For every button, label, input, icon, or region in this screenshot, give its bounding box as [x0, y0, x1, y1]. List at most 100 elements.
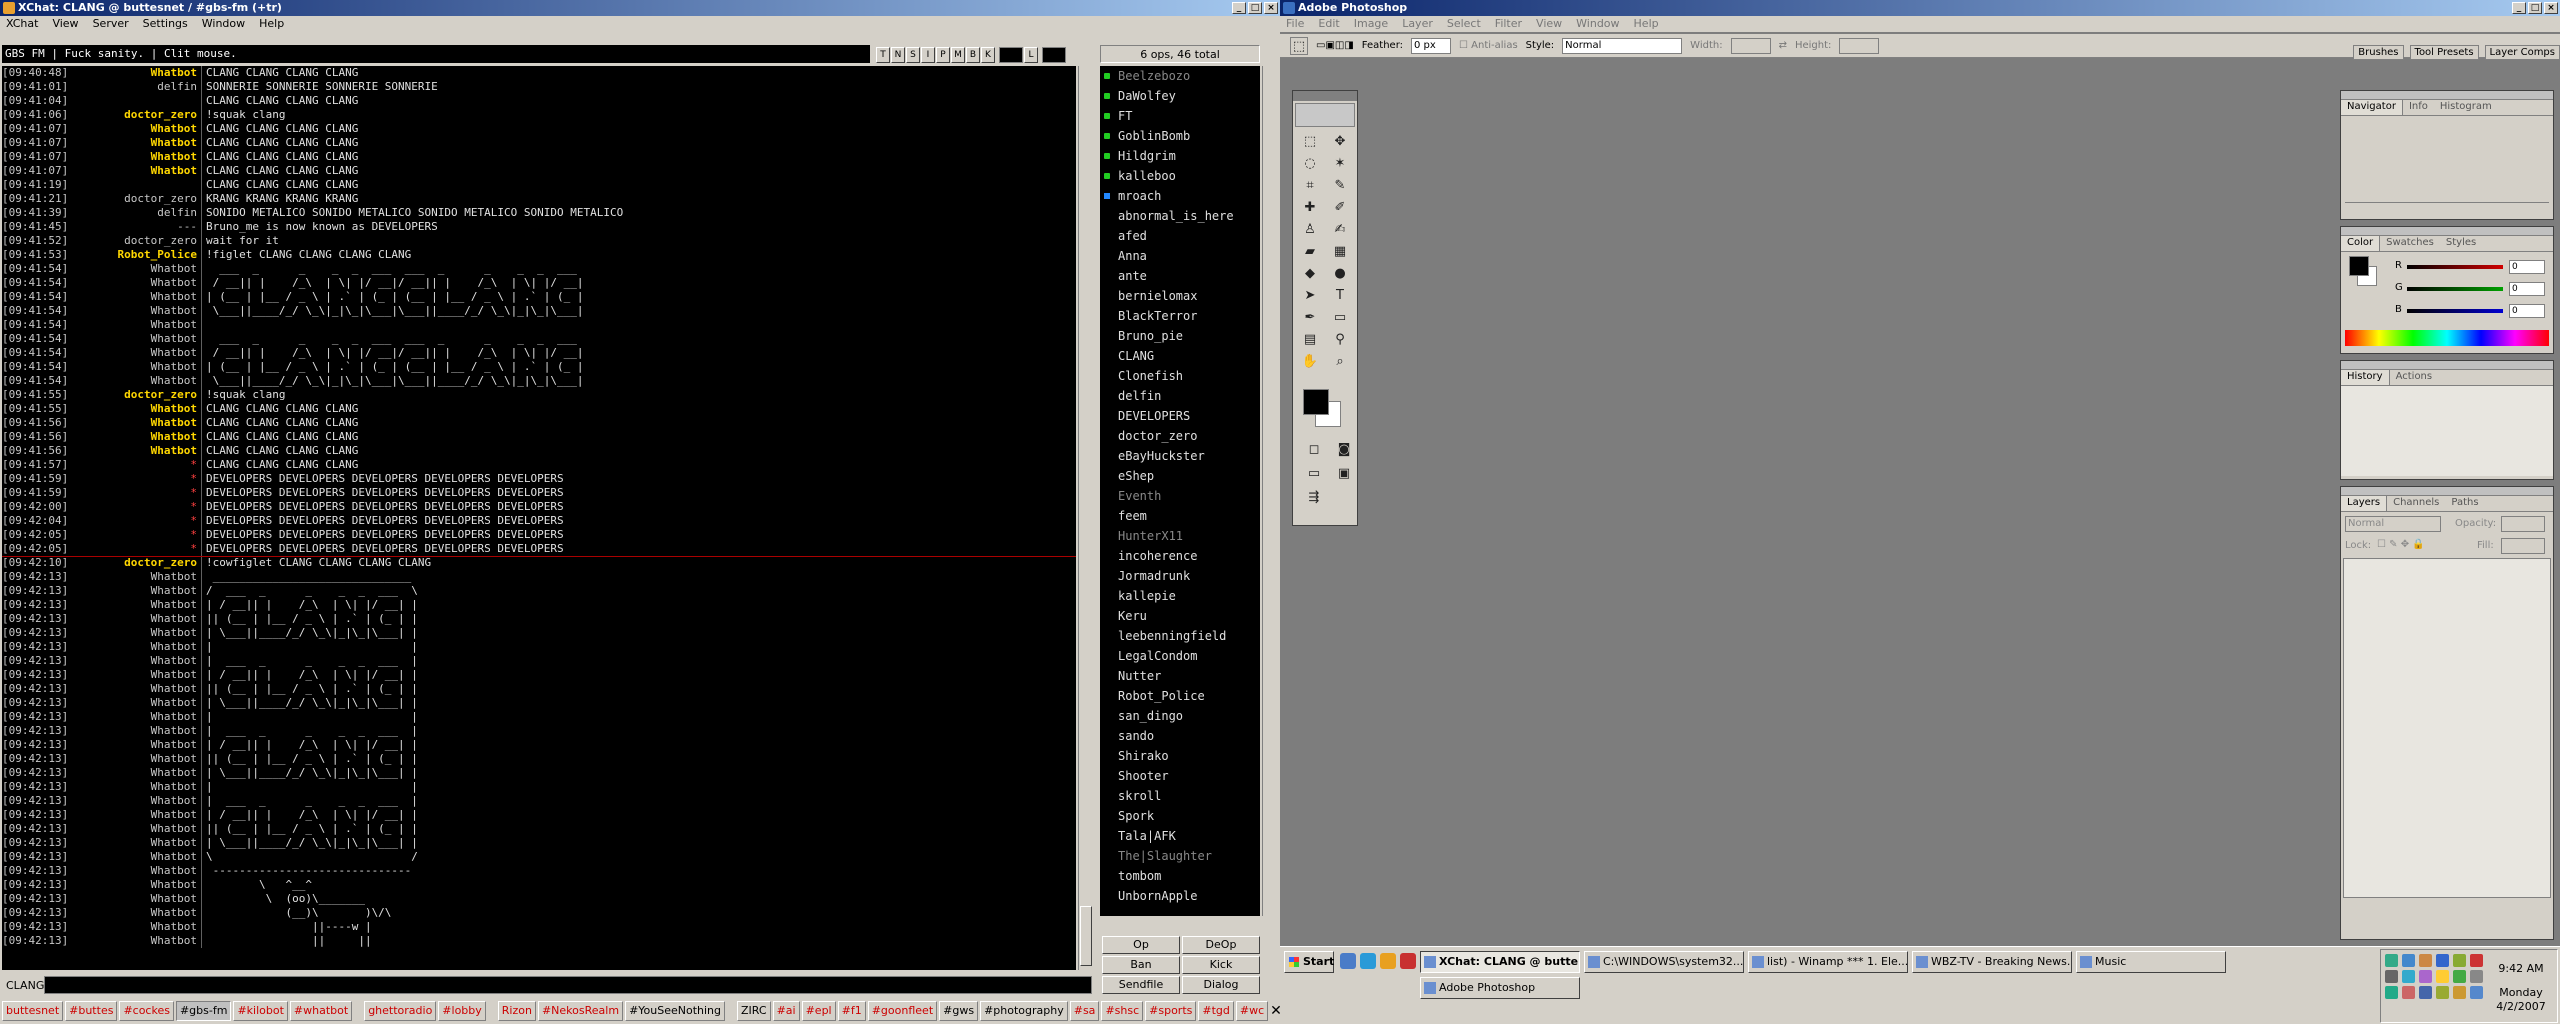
user-list-item[interactable]: Hildgrim [1100, 146, 1260, 166]
channel-tab[interactable]: #shsc [1101, 1001, 1144, 1021]
chat-nick[interactable]: * [72, 472, 202, 486]
taskbar-button[interactable]: C:\WINDOWS\system32... [1584, 951, 1744, 973]
screen-mode-icon[interactable]: ▭ [1305, 465, 1323, 483]
chat-nick[interactable]: Whatbot [72, 150, 202, 164]
ps-menu-layer[interactable]: Layer [1402, 16, 1433, 32]
color-channel-value[interactable]: 0 [2509, 282, 2545, 296]
chat-nick[interactable]: Whatbot [72, 780, 202, 794]
gradient-tool-icon[interactable]: ▦ [1331, 243, 1349, 261]
tab-layers[interactable]: Layers [2341, 496, 2388, 511]
ps-maximize-button[interactable]: □ [2528, 2, 2542, 14]
topic-field[interactable]: GBS FM | Fuck sanity. | Clit mouse. [2, 45, 870, 63]
marquee-preset-icon[interactable]: ⬚ [1290, 36, 1308, 55]
chat-nick[interactable]: Whatbot [72, 892, 202, 906]
chat-nick[interactable]: Whatbot [72, 290, 202, 304]
user-list-item[interactable]: leebenningfield [1100, 626, 1260, 646]
layers-panel-header[interactable] [2341, 487, 2553, 496]
user-list-item[interactable]: BlackTerror [1100, 306, 1260, 326]
channel-tab[interactable]: #gws [939, 1001, 979, 1021]
tray-app-icon[interactable] [2470, 970, 2483, 983]
chat-nick[interactable]: Whatbot [72, 430, 202, 444]
tray-app-icon[interactable] [2470, 954, 2483, 967]
tray-app-icon[interactable] [2436, 970, 2449, 983]
tray-app-icon[interactable] [2402, 986, 2415, 999]
move-tool-icon[interactable]: ✥ [1331, 133, 1349, 151]
chat-nick[interactable]: Whatbot [72, 598, 202, 612]
menu-server[interactable]: Server [93, 16, 129, 32]
chat-nick[interactable]: Whatbot [72, 766, 202, 780]
channel-tab[interactable]: #buttes [65, 1001, 118, 1021]
user-list-item[interactable]: Anna [1100, 246, 1260, 266]
mode-m-button[interactable]: M [951, 47, 965, 63]
minimize-button[interactable]: _ [1232, 2, 1246, 14]
color-channel-slider[interactable] [2407, 287, 2503, 291]
photoshop-feather-logo[interactable] [1295, 103, 1355, 127]
chat-nick[interactable]: Whatbot [72, 850, 202, 864]
eyedropper-tool-icon[interactable]: ⚲ [1331, 331, 1349, 349]
menu-xchat[interactable]: XChat [6, 16, 38, 32]
chat-nick[interactable]: Whatbot [72, 570, 202, 584]
chat-nick[interactable]: Whatbot [72, 276, 202, 290]
menu-window[interactable]: Window [202, 16, 245, 32]
tab-styles[interactable]: Styles [2440, 236, 2482, 251]
channel-tab[interactable]: #sports [1145, 1001, 1197, 1021]
ie-quicklaunch-icon[interactable] [1360, 953, 1376, 969]
history-list[interactable] [2341, 386, 2553, 476]
chat-nick[interactable]: Whatbot [72, 682, 202, 696]
ps-menu-window[interactable]: Window [1576, 16, 1619, 32]
ps-menu-file[interactable]: File [1286, 16, 1304, 32]
app-quicklaunch-icon[interactable] [1400, 953, 1416, 969]
chat-nick[interactable]: Whatbot [72, 612, 202, 626]
color-panel-header[interactable] [2341, 227, 2553, 236]
chat-nick[interactable]: Whatbot [72, 836, 202, 850]
user-list-item[interactable]: LegalCondom [1100, 646, 1260, 666]
palette-brushes[interactable]: Brushes [2353, 45, 2404, 60]
channel-tab[interactable]: #lobby [438, 1001, 486, 1021]
fullscreen-mode-icon[interactable]: ▣ [1335, 465, 1353, 483]
chat-nick[interactable]: Robot_Police [72, 248, 202, 262]
user-list-item[interactable]: Clonefish [1100, 366, 1260, 386]
taskbar-button[interactable]: Music [2076, 951, 2226, 973]
chat-nick[interactable]: --- [72, 220, 202, 234]
user-list-item[interactable]: incoherence [1100, 546, 1260, 566]
chat-nick[interactable]: Whatbot [72, 878, 202, 892]
ban-button[interactable]: Ban [1102, 956, 1180, 974]
user-list-item[interactable]: eShep [1100, 466, 1260, 486]
channel-tab[interactable]: #wc [1235, 1001, 1269, 1021]
channel-tab[interactable]: #cockes [119, 1001, 174, 1021]
zoom-tool-icon[interactable]: ⌕ [1331, 353, 1349, 371]
chat-nick[interactable]: Whatbot [72, 416, 202, 430]
chat-nick[interactable]: Whatbot [72, 164, 202, 178]
chat-nick[interactable]: Whatbot [72, 626, 202, 640]
tab-navigator[interactable]: Navigator [2341, 100, 2403, 115]
dialog-button[interactable]: Dialog [1182, 976, 1260, 994]
clock[interactable]: 9:42 AM Monday 4/2/2007 [2491, 962, 2551, 1014]
tab-actions[interactable]: Actions [2390, 370, 2439, 385]
chat-nick[interactable]: * [72, 528, 202, 542]
path-selection-tool-icon[interactable]: ➤ [1301, 287, 1319, 305]
user-list-item[interactable]: The|Slaughter [1100, 846, 1260, 866]
mode-i-button[interactable]: I [921, 47, 935, 63]
channel-tab[interactable]: #tgd [1198, 1001, 1234, 1021]
user-list-item[interactable]: DEVELOPERS [1100, 406, 1260, 426]
chat-nick[interactable]: Whatbot [72, 906, 202, 920]
user-list-item[interactable]: Jormadrunk [1100, 566, 1260, 586]
standard-mode-icon[interactable]: ◻ [1305, 441, 1323, 459]
chat-nick[interactable]: Whatbot [72, 318, 202, 332]
user-list-item[interactable]: abnormal_is_here [1100, 206, 1260, 226]
tab-swatches[interactable]: Swatches [2380, 236, 2440, 251]
chat-nick[interactable]: Whatbot [72, 136, 202, 150]
user-list-item[interactable]: eBayHuckster [1100, 446, 1260, 466]
user-list-item[interactable]: Bruno_pie [1100, 326, 1260, 346]
user-list-item[interactable]: skroll [1100, 786, 1260, 806]
chat-nick[interactable]: Whatbot [72, 262, 202, 276]
navigator-zoom-slider[interactable] [2345, 202, 2549, 214]
tray-app-icon[interactable] [2453, 986, 2466, 999]
chat-nick[interactable]: Whatbot [72, 724, 202, 738]
color-fg-swatch[interactable] [2349, 256, 2369, 276]
chat-nick[interactable]: Whatbot [72, 640, 202, 654]
tab-color[interactable]: Color [2341, 236, 2381, 251]
user-list-item[interactable]: FT [1100, 106, 1260, 126]
channel-tab[interactable]: #f1 [837, 1001, 866, 1021]
xchat-titlebar[interactable]: XChat: CLANG @ buttesnet / #gbs-fm (+tr)… [0, 0, 1280, 16]
